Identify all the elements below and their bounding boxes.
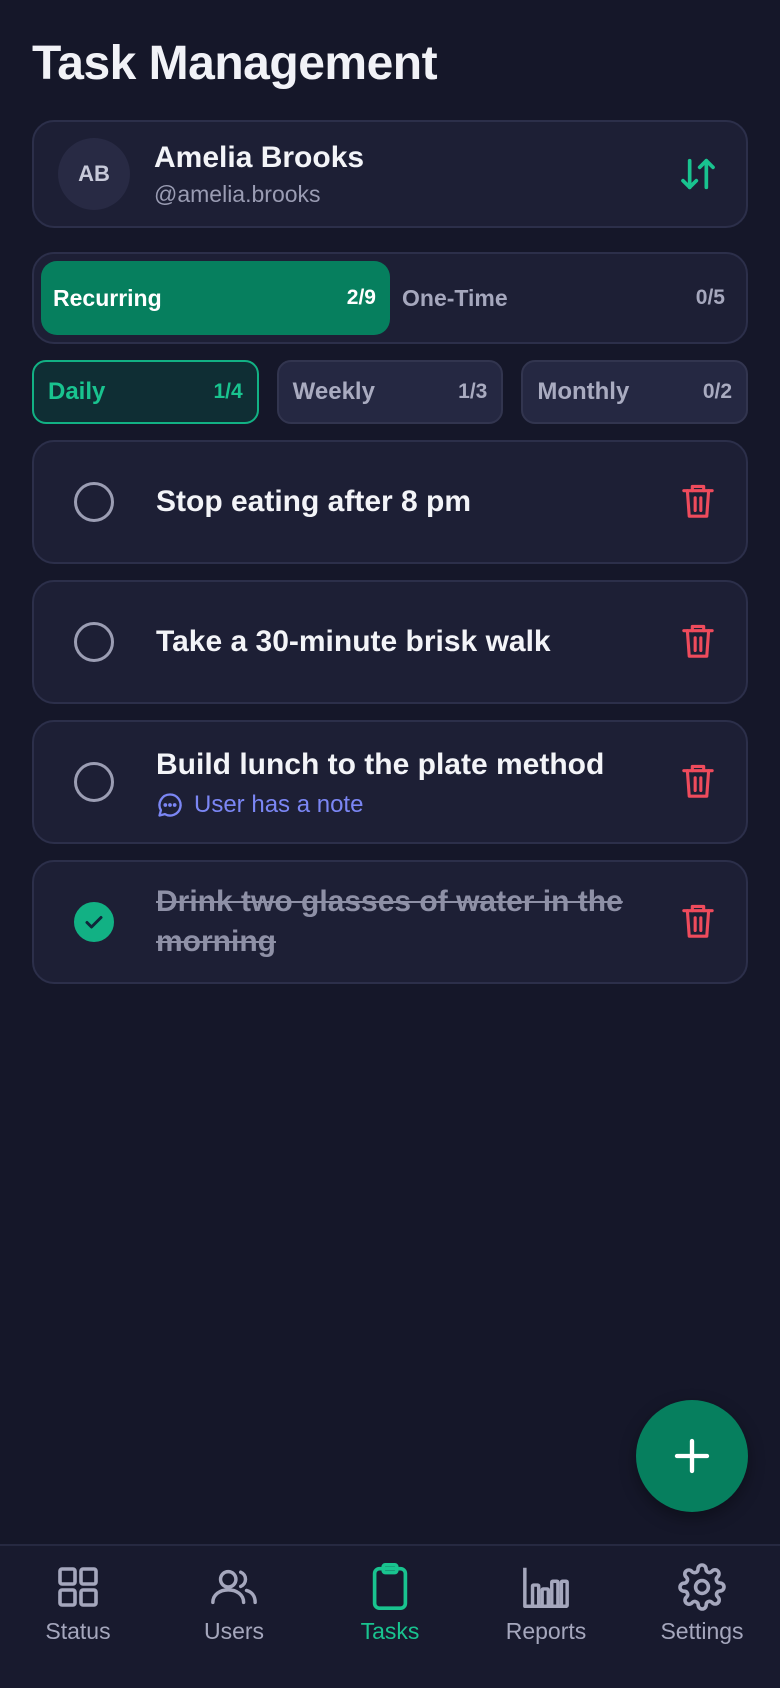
tab-label: Recurring bbox=[53, 284, 162, 311]
task-title: Build lunch to the plate method bbox=[156, 748, 605, 781]
nav-reports[interactable]: Reports bbox=[468, 1546, 624, 1688]
task-title: Take a 30-minute brisk walk bbox=[156, 625, 551, 658]
plus-icon bbox=[674, 1438, 710, 1474]
task-body: Build lunch to the plate method User has… bbox=[156, 745, 674, 819]
trash-icon bbox=[682, 624, 714, 658]
tab-monthly[interactable]: Monthly 0/2 bbox=[521, 360, 749, 424]
trash-icon bbox=[682, 764, 714, 798]
tab-one-time[interactable]: One-Time 0/5 bbox=[390, 261, 739, 335]
subtab-label: Weekly bbox=[292, 378, 375, 405]
bottom-nav: Status Users Tasks Reports Settings bbox=[0, 1544, 780, 1688]
subtab-count: 0/2 bbox=[702, 380, 733, 403]
add-task-button[interactable] bbox=[636, 1400, 748, 1512]
nav-label: Tasks bbox=[360, 1618, 420, 1644]
tab-label: One-Time bbox=[402, 284, 508, 311]
subtab-count: 1/4 bbox=[213, 380, 243, 403]
tab-weekly[interactable]: Weekly 1/3 bbox=[276, 360, 504, 424]
nav-label: Reports bbox=[505, 1618, 587, 1644]
task-note-link[interactable]: User has a note bbox=[156, 791, 674, 819]
tab-recurring[interactable]: Recurring 2/9 bbox=[41, 261, 390, 335]
task-body: Take a 30-minute brisk walk bbox=[156, 622, 674, 662]
users-icon bbox=[209, 1562, 259, 1612]
task-checkbox[interactable] bbox=[74, 902, 114, 942]
subtab-label: Daily bbox=[48, 378, 106, 405]
task-item: Build lunch to the plate method User has… bbox=[32, 720, 748, 844]
task-checkbox[interactable] bbox=[74, 762, 114, 802]
task-type-tabs: Recurring 2/9 One-Time 0/5 bbox=[32, 252, 748, 344]
avatar: AB bbox=[58, 138, 130, 210]
nav-label: Users bbox=[203, 1618, 265, 1644]
bar-chart-icon bbox=[521, 1562, 571, 1612]
tab-count: 2/9 bbox=[346, 286, 376, 309]
nav-label: Status bbox=[45, 1618, 111, 1644]
tab-daily[interactable]: Daily 1/4 bbox=[32, 360, 259, 424]
grid-icon bbox=[53, 1562, 103, 1612]
gear-icon bbox=[677, 1562, 727, 1612]
task-item: Take a 30-minute brisk walk bbox=[32, 580, 748, 704]
task-item: Stop eating after 8 pm bbox=[32, 440, 748, 564]
tab-count: 0/5 bbox=[695, 286, 725, 309]
chat-bubble-icon bbox=[158, 793, 182, 817]
task-management-screen: Task Management AB Amelia Brooks @amelia… bbox=[0, 0, 780, 1688]
page-title: Task Management bbox=[32, 37, 438, 90]
task-checkbox[interactable] bbox=[74, 482, 114, 522]
user-info: Amelia Brooks @amelia.brooks bbox=[154, 141, 674, 208]
swap-vertical-icon bbox=[681, 158, 715, 190]
check-icon bbox=[85, 916, 103, 929]
switch-user-button[interactable] bbox=[674, 150, 722, 198]
task-note-text: User has a note bbox=[194, 791, 364, 818]
nav-tasks[interactable]: Tasks bbox=[312, 1546, 468, 1688]
trash-icon bbox=[682, 484, 714, 518]
clipboard-icon bbox=[365, 1562, 415, 1612]
delete-task-button[interactable] bbox=[674, 898, 722, 946]
user-card[interactable]: AB Amelia Brooks @amelia.brooks bbox=[32, 120, 748, 228]
subtab-count: 1/3 bbox=[458, 380, 488, 403]
nav-users[interactable]: Users bbox=[156, 1546, 312, 1688]
trash-icon bbox=[682, 904, 714, 938]
user-name: Amelia Brooks bbox=[154, 140, 365, 174]
task-body: Drink two glasses of water in the mornin… bbox=[156, 882, 674, 962]
nav-label: Settings bbox=[660, 1618, 744, 1644]
frequency-tabs: Daily 1/4 Weekly 1/3 Monthly 0/2 bbox=[32, 360, 749, 424]
task-list: Stop eating after 8 pm Take a 30-minute … bbox=[32, 440, 748, 1000]
delete-task-button[interactable] bbox=[674, 478, 722, 526]
user-handle: @amelia.brooks bbox=[154, 180, 321, 207]
task-title: Stop eating after 8 pm bbox=[156, 485, 472, 518]
task-title: Drink two glasses of water in the mornin… bbox=[156, 885, 623, 958]
task-checkbox[interactable] bbox=[74, 622, 114, 662]
subtab-label: Monthly bbox=[537, 378, 630, 405]
delete-task-button[interactable] bbox=[674, 618, 722, 666]
nav-settings[interactable]: Settings bbox=[624, 1546, 780, 1688]
task-body: Stop eating after 8 pm bbox=[156, 482, 674, 522]
delete-task-button[interactable] bbox=[674, 758, 722, 806]
task-item: Drink two glasses of water in the mornin… bbox=[32, 860, 748, 984]
nav-status[interactable]: Status bbox=[0, 1546, 156, 1688]
